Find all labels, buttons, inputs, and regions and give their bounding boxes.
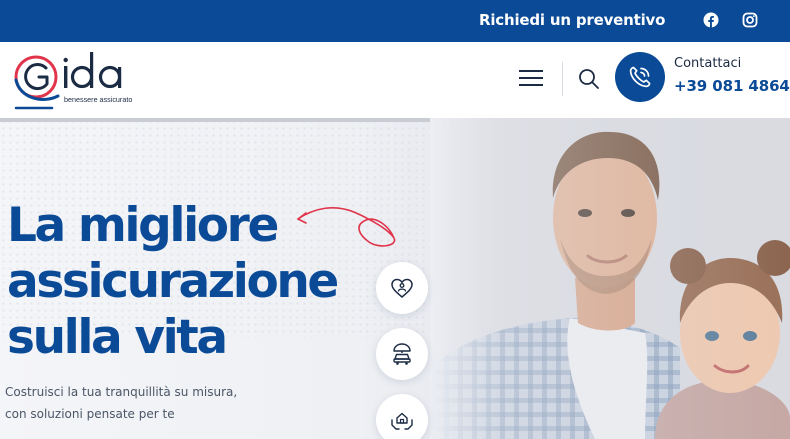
subtext-line-1: Costruisci la tua tranquillità su misura… <box>5 385 238 399</box>
curly-arrow-decoration <box>297 206 396 247</box>
contact-phone[interactable]: +39 081 486402 <box>674 77 790 95</box>
instagram-icon[interactable] <box>742 12 758 28</box>
father-daughter-photo <box>430 118 790 439</box>
phone-icon <box>629 66 651 88</box>
site-header: benessere assicurato Contattaci +39 081 … <box>0 42 790 118</box>
car-insurance-feature-button[interactable] <box>376 328 428 380</box>
house-hands-icon <box>391 412 413 430</box>
hero-subtext: Costruisci la tua tranquillità su misura… <box>5 381 237 425</box>
home-insurance-feature-button[interactable] <box>376 394 428 439</box>
gida-logo[interactable]: benessere assicurato <box>12 46 144 114</box>
car-umbrella-icon <box>393 343 411 365</box>
header-divider <box>562 62 563 96</box>
hero-section: La migliore assicurazione sulla vita Cos… <box>0 118 790 439</box>
subtext-line-2: con soluzioni pensate per te <box>5 407 175 421</box>
headline-line-1: La migliore <box>7 198 279 253</box>
hero-headline: La migliore assicurazione sulla vita <box>7 198 339 366</box>
phone-call-button[interactable] <box>615 52 665 102</box>
contact-label: Contattaci <box>674 56 742 71</box>
request-quote-link[interactable]: Richiedi un preventivo <box>479 11 665 29</box>
menu-button[interactable] <box>519 66 545 88</box>
headline-line-3: sulla vita <box>7 310 228 365</box>
logo-tagline: benessere assicurato <box>64 95 132 104</box>
facebook-icon[interactable] <box>703 12 719 28</box>
search-icon[interactable] <box>577 67 601 91</box>
heart-hands-icon <box>391 278 413 298</box>
top-bar: Richiedi un preventivo <box>0 0 790 42</box>
headline-line-2: assicurazione <box>7 254 339 309</box>
life-insurance-feature-button[interactable] <box>376 262 428 314</box>
